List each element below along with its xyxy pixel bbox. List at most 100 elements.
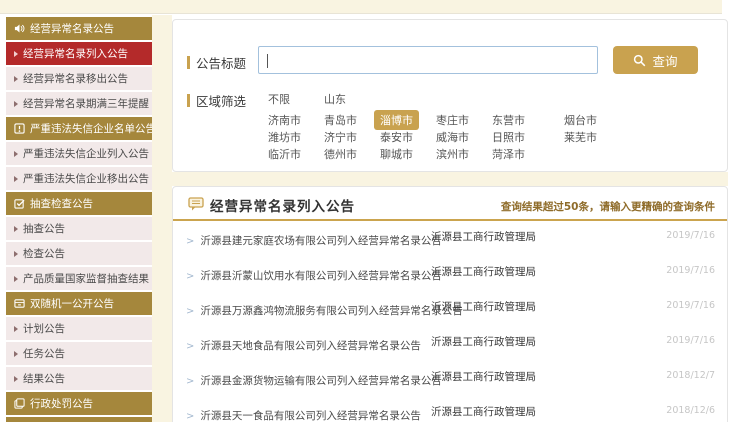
announcement-title-input-wrap <box>258 46 598 74</box>
region-option[interactable]: 济宁市 <box>324 129 357 145</box>
region-option[interactable]: 莱芜市 <box>564 129 597 145</box>
region-option[interactable]: 烟台市 <box>564 112 597 128</box>
publish-date: 2018/12/7 <box>666 370 715 381</box>
sidebar-header-double-random[interactable]: 双随机一公开公告 <box>6 292 152 315</box>
search-icon <box>633 54 646 67</box>
announcement-row: >沂源县天一食品有限公司列入经营异常名录公告 沂源县工商行政管理局 2018/1… <box>173 396 727 422</box>
chevron-right-icon: > <box>186 236 194 247</box>
triangle-icon <box>14 251 18 257</box>
announcement-list-panel: 经营异常名录列入公告 查询结果超过50条，请输入更精确的查询条件 >沂源县建元家… <box>172 186 728 422</box>
sidebar-item-label: 经营异常名录列入公告 <box>23 46 128 61</box>
triangle-icon <box>14 376 18 382</box>
announcement-link[interactable]: >沂源县天一食品有限公司列入经营异常名录公告 <box>186 410 421 422</box>
sidebar-item-abnormal-three-year-reminder[interactable]: 经营异常名录期满三年提醒 <box>6 92 152 115</box>
publish-date: 2019/7/16 <box>666 230 715 241</box>
region-option-all[interactable]: 不限 <box>268 91 290 107</box>
announcement-link[interactable]: >沂源县建元家庭农场有限公司列入经营异常名录公告 <box>186 235 442 247</box>
announcement-link[interactable]: >沂源县天地食品有限公司列入经营异常名录公告 <box>186 340 421 352</box>
region-option[interactable]: 青岛市 <box>324 112 357 128</box>
triangle-icon <box>14 276 18 282</box>
sidebar-item-label: 经营异常名录公告 <box>30 21 114 36</box>
top-strip <box>0 0 722 14</box>
sidebar-item-inspection-announcements[interactable]: 检查公告 <box>6 242 152 265</box>
sidebar-item-label: 抽查公告 <box>23 221 65 236</box>
region-option-shandong[interactable]: 山东 <box>324 91 346 107</box>
sidebar-item-abnormal-removal[interactable]: 经营异常名录移出公告 <box>6 67 152 90</box>
announcement-link[interactable]: >沂源县沂蒙山饮用水有限公司列入经营异常名录公告 <box>186 270 442 282</box>
region-option[interactable]: 菏泽市 <box>492 146 525 162</box>
sidebar-header-administrative-penalty[interactable]: 行政处罚公告 <box>6 392 152 415</box>
triangle-icon <box>14 226 18 232</box>
sidebar-item-label: 严重违法失信企业列入公告 <box>23 146 149 161</box>
issuing-agency: 沂源县工商行政管理局 <box>431 229 536 244</box>
announcement-row: >沂源县沂蒙山饮用水有限公司列入经营异常名录公告 沂源县工商行政管理局 2019… <box>173 256 727 291</box>
chevron-right-icon: > <box>186 341 194 352</box>
sidebar-item-abnormal-inclusion[interactable]: 经营异常名录列入公告 <box>6 42 152 65</box>
background-gap-row <box>172 172 728 186</box>
screen: 经营异常名录公告 经营异常名录列入公告 经营异常名录移出公告 经营异常名录期满三… <box>0 0 736 422</box>
announcement-row: >沂源县万源鑫鸿物流服务有限公司列入经营异常名录公告 沂源县工商行政管理局 20… <box>173 291 727 326</box>
region-option-selected[interactable]: 淄博市 <box>374 110 419 130</box>
issuing-agency: 沂源县工商行政管理局 <box>431 404 536 419</box>
result-count-notice: 查询结果超过50条，请输入更精确的查询条件 <box>501 199 715 214</box>
announcement-title-label: 公告标题 <box>187 53 246 72</box>
sidebar-item-task-announcements[interactable]: 任务公告 <box>6 342 152 365</box>
issuing-agency: 沂源县工商行政管理局 <box>431 299 536 314</box>
speaker-icon <box>14 23 25 34</box>
region-option[interactable]: 德州市 <box>324 146 357 162</box>
archive-icon <box>14 298 25 309</box>
triangle-icon <box>14 51 18 57</box>
announcement-link[interactable]: >沂源县万源鑫鸿物流服务有限公司列入经营异常名录公告 <box>186 305 463 317</box>
sidebar-header-serious-violation[interactable]: 严重违法失信企业名单公告 <box>6 117 152 140</box>
triangle-icon <box>14 326 18 332</box>
sidebar-item-violation-inclusion[interactable]: 严重违法失信企业列入公告 <box>6 142 152 165</box>
region-option[interactable]: 滨州市 <box>436 146 469 162</box>
sidebar-item-product-quality-results[interactable]: 产品质量国家监督抽查结果 <box>6 267 152 290</box>
region-option[interactable]: 聊城市 <box>380 146 413 162</box>
announcement-list: >沂源县建元家庭农场有限公司列入经营异常名录公告 沂源县工商行政管理局 2019… <box>173 221 727 422</box>
query-button[interactable]: 查询 <box>613 46 698 74</box>
region-filter-label: 区域筛选 <box>187 91 246 110</box>
sidebar-header-cutoff[interactable] <box>6 417 152 422</box>
sidebar-item-violation-removal[interactable]: 严重违法失信企业移出公告 <box>6 167 152 190</box>
sidebar-item-label: 检查公告 <box>23 246 65 261</box>
region-option[interactable]: 日照市 <box>492 129 525 145</box>
publish-date: 2019/7/16 <box>666 265 715 276</box>
issuing-agency: 沂源县工商行政管理局 <box>431 369 536 384</box>
region-option[interactable]: 济南市 <box>268 112 301 128</box>
region-option[interactable]: 泰安市 <box>380 129 413 145</box>
announcement-row: >沂源县天地食品有限公司列入经营异常名录公告 沂源县工商行政管理局 2019/7… <box>173 326 727 361</box>
sidebar-header-abnormal-operations[interactable]: 经营异常名录公告 <box>6 17 152 40</box>
region-option[interactable]: 威海市 <box>436 129 469 145</box>
publish-date: 2019/7/16 <box>666 335 715 346</box>
sidebar-item-label: 严重违法失信企业名单公告 <box>30 121 152 136</box>
checkbox-icon <box>14 198 25 209</box>
sidebar-item-spot-check-announcements[interactable]: 抽查公告 <box>6 217 152 240</box>
sidebar-item-label: 结果公告 <box>23 371 65 386</box>
triangle-icon <box>14 76 18 82</box>
sidebar-item-plan-announcements[interactable]: 计划公告 <box>6 317 152 340</box>
region-option[interactable]: 枣庄市 <box>436 112 469 128</box>
sidebar-item-label: 经营异常名录移出公告 <box>23 71 128 86</box>
announcement-link[interactable]: >沂源县金源货物运输有限公司列入经营异常名录公告 <box>186 375 442 387</box>
search-panel: 公告标题 查询 区域筛选 不限 山东 济南市 青岛市 淄博市 枣庄市 东营市 烟… <box>172 19 728 172</box>
region-option[interactable]: 潍坊市 <box>268 129 301 145</box>
text-caret <box>267 54 268 68</box>
triangle-icon <box>14 351 18 357</box>
sidebar-item-result-announcements[interactable]: 结果公告 <box>6 367 152 390</box>
announcement-title-input[interactable] <box>259 47 597 73</box>
sidebar-item-label: 行政处罚公告 <box>30 396 93 411</box>
announcement-row: >沂源县建元家庭农场有限公司列入经营异常名录公告 沂源县工商行政管理局 2019… <box>173 221 727 256</box>
chevron-right-icon: > <box>186 411 194 422</box>
gold-bar-icon <box>187 94 190 107</box>
issuing-agency: 沂源县工商行政管理局 <box>431 334 536 349</box>
list-header: 经营异常名录列入公告 查询结果超过50条，请输入更精确的查询条件 <box>173 187 727 219</box>
triangle-icon <box>14 101 18 107</box>
sidebar-item-label: 产品质量国家监督抽查结果 <box>23 271 149 286</box>
sidebar-item-label: 双随机一公开公告 <box>30 296 114 311</box>
region-option[interactable]: 东营市 <box>492 112 525 128</box>
sidebar-header-spot-check[interactable]: 抽查检查公告 <box>6 192 152 215</box>
announcement-row: >沂源县金源货物运输有限公司列入经营异常名录公告 沂源县工商行政管理局 2018… <box>173 361 727 396</box>
region-option[interactable]: 临沂市 <box>268 146 301 162</box>
chevron-right-icon: > <box>186 376 194 387</box>
